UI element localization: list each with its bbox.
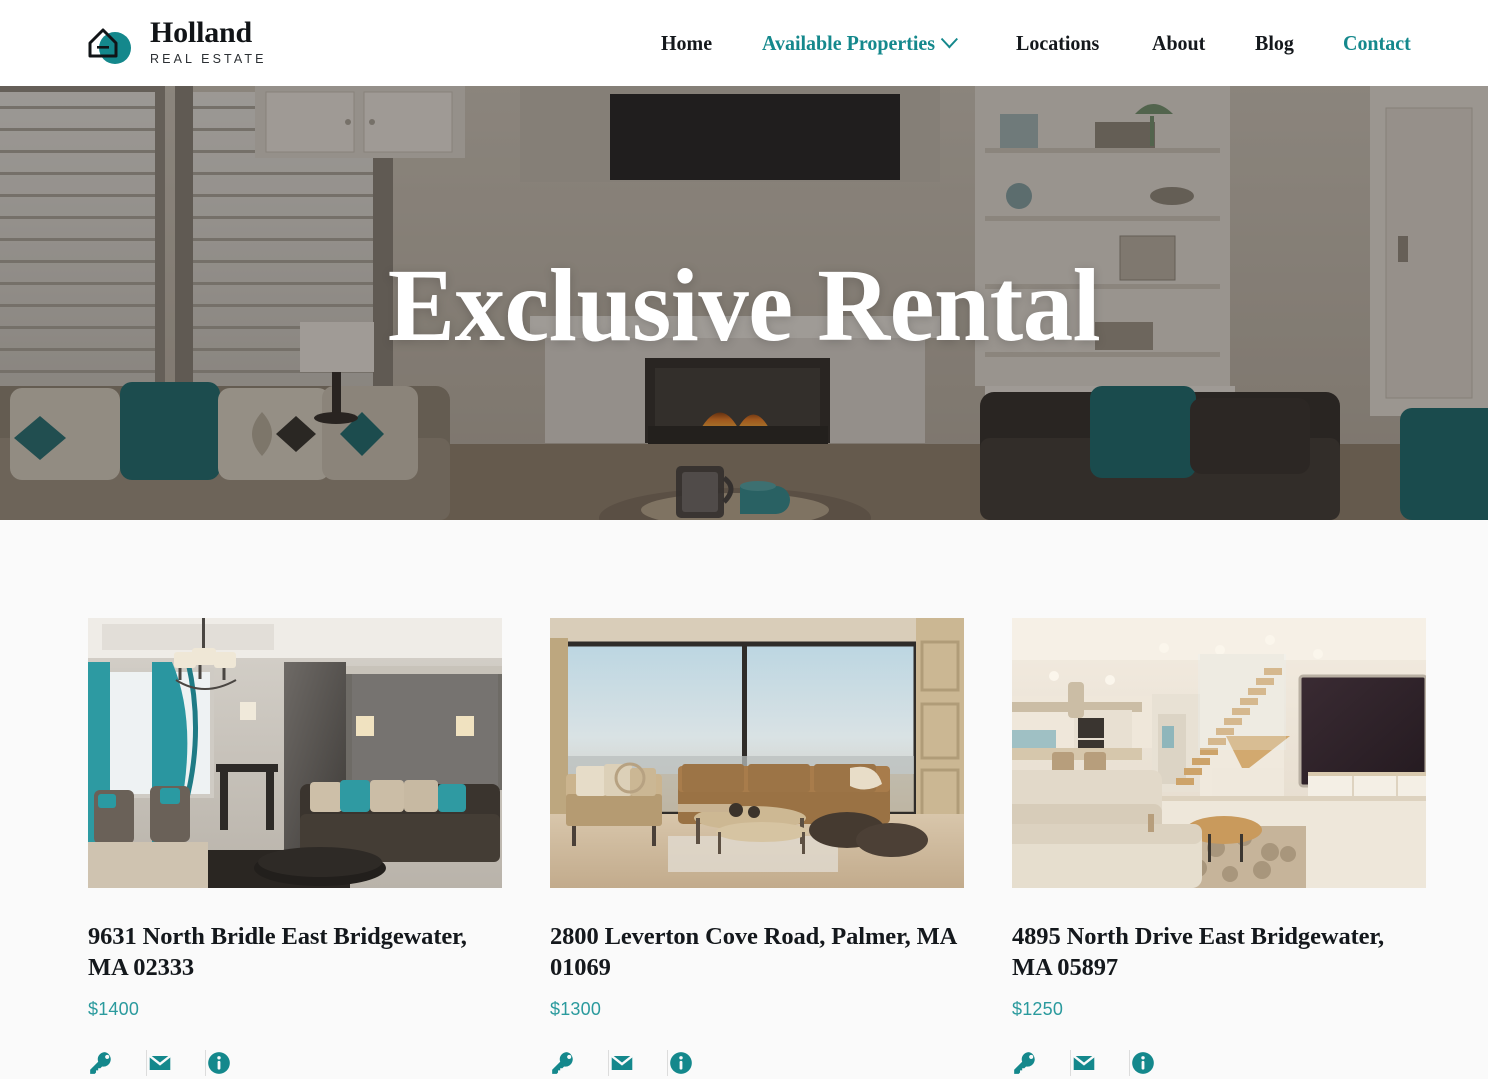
site-header: Holland REAL ESTATE Home Available Prope… bbox=[0, 0, 1488, 86]
nav-item-available-properties[interactable]: Available Properties bbox=[762, 25, 959, 62]
info-circle-icon[interactable] bbox=[1130, 1050, 1188, 1076]
hero-banner: Exclusive Rental bbox=[0, 86, 1488, 520]
nav-label: Available Properties bbox=[762, 30, 936, 55]
property-actions bbox=[550, 1043, 964, 1079]
property-card: 9631 North Bridle East Bridgewater, MA 0… bbox=[88, 618, 502, 1079]
brand-tagline: REAL ESTATE bbox=[150, 51, 267, 66]
main-navigation: Home Available Properties Locations Abou… bbox=[661, 25, 1416, 62]
house-in-circle-icon bbox=[82, 15, 138, 71]
key-icon[interactable] bbox=[550, 1050, 608, 1076]
property-title[interactable]: 9631 North Bridle East Bridgewater, MA 0… bbox=[88, 922, 502, 984]
envelope-icon[interactable] bbox=[1071, 1050, 1129, 1076]
property-card-grid: 9631 North Bridle East Bridgewater, MA 0… bbox=[0, 618, 1488, 1079]
property-listings: 9631 North Bridle East Bridgewater, MA 0… bbox=[0, 520, 1488, 1079]
property-card: 2800 Leverton Cove Road, Palmer, MA 0106… bbox=[550, 618, 964, 1079]
property-image-2[interactable] bbox=[550, 618, 964, 888]
nav-item-about[interactable]: About bbox=[1152, 25, 1205, 62]
info-circle-icon[interactable] bbox=[668, 1050, 726, 1076]
nav-item-locations[interactable]: Locations bbox=[1016, 25, 1099, 62]
property-title[interactable]: 4895 North Drive East Bridgewater, MA 05… bbox=[1012, 922, 1426, 984]
property-price: $1400 bbox=[88, 998, 140, 1019]
brand-logo[interactable]: Holland REAL ESTATE bbox=[82, 15, 267, 71]
brand-name: Holland bbox=[150, 15, 252, 49]
property-card: 4895 North Drive East Bridgewater, MA 05… bbox=[1012, 618, 1426, 1079]
property-image-3[interactable] bbox=[1012, 618, 1426, 888]
nav-label: Contact bbox=[1343, 30, 1411, 55]
nav-label: About bbox=[1151, 30, 1206, 55]
property-actions bbox=[88, 1043, 502, 1079]
property-actions bbox=[1012, 1043, 1426, 1079]
property-title[interactable]: 2800 Leverton Cove Road, Palmer, MA 0106… bbox=[550, 922, 964, 984]
key-icon[interactable] bbox=[1012, 1050, 1070, 1076]
envelope-icon[interactable] bbox=[147, 1050, 205, 1076]
nav-item-blog[interactable]: Blog bbox=[1255, 25, 1294, 62]
page-title: Exclusive Rental bbox=[387, 248, 1101, 363]
envelope-icon[interactable] bbox=[609, 1050, 667, 1076]
nav-item-contact[interactable]: Contact bbox=[1343, 25, 1411, 62]
key-icon[interactable] bbox=[88, 1050, 146, 1076]
nav-item-home[interactable]: Home bbox=[661, 25, 712, 62]
property-price: $1300 bbox=[550, 998, 602, 1019]
info-circle-icon[interactable] bbox=[206, 1050, 264, 1076]
nav-label: Locations bbox=[1016, 30, 1100, 55]
chevron-down-icon[interactable] bbox=[941, 29, 959, 48]
property-image-1[interactable] bbox=[88, 618, 502, 888]
nav-label: Home bbox=[661, 30, 713, 55]
property-price: $1250 bbox=[1012, 998, 1064, 1019]
nav-label: Blog bbox=[1255, 30, 1295, 55]
